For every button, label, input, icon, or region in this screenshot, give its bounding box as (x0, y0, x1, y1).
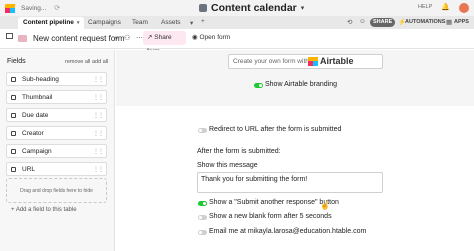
redirect-label: Redirect to URL after the form is submit… (209, 126, 342, 133)
sidebar-toggle-icon[interactable] (6, 33, 13, 39)
field-label: Sub-heading (22, 75, 59, 83)
after-submitted-label: After the form is submitted: (197, 148, 281, 155)
url-field-icon (11, 166, 16, 172)
redirect-toggle[interactable] (198, 128, 207, 133)
more-options-icon[interactable]: ⋯ (136, 34, 143, 42)
attachment-field-icon (11, 94, 16, 100)
open-form-button[interactable]: ◉ Open form (192, 31, 230, 45)
field-label: Campaign (22, 147, 52, 155)
fields-heading: Fields (7, 58, 26, 65)
field-label: Thumbnail (22, 93, 53, 101)
chevron-down-icon[interactable]: ▾ (190, 19, 193, 27)
apps-button[interactable]: APPS (454, 19, 469, 25)
message-text: Thank you for submitting the form! (201, 176, 308, 183)
add-field-link[interactable]: + Add a field to this table (11, 207, 77, 213)
field-item-url[interactable]: URL ⋮⋮ (6, 162, 107, 176)
field-item-sub-heading[interactable]: Sub-heading ⋮⋮ (6, 72, 107, 86)
base-title-area[interactable]: Content calendar ▾ (199, 2, 304, 14)
chevron-down-icon[interactable]: ▾ (115, 35, 118, 42)
airtable-brand-name: Airtable (320, 56, 354, 66)
form-view-icon (18, 35, 27, 42)
field-item-campaign[interactable]: Campaign ⋮⋮ (6, 144, 107, 158)
date-field-icon (11, 112, 16, 118)
help-link[interactable]: HELP (418, 4, 432, 10)
drop-hint: Drag and drop fields here to hide (20, 188, 93, 194)
tab-label: Campaigns (88, 19, 121, 26)
share-button[interactable]: SHARE (370, 18, 396, 27)
apps-icon[interactable]: ▦ (446, 18, 452, 26)
drag-handle-icon[interactable]: ⋮⋮ (93, 166, 104, 173)
field-label: Due date (22, 111, 49, 119)
drag-handle-icon[interactable]: ⋮⋮ (93, 94, 104, 101)
drag-handle-icon[interactable]: ⋮⋮ (93, 148, 104, 155)
tab-campaigns[interactable]: Campaigns (83, 17, 126, 29)
drag-handle-icon[interactable]: ⋮⋮ (93, 130, 104, 137)
collaborators-icon[interactable]: ☺ (359, 18, 366, 25)
email-me-label: Email me at mikayla.larosa@education.hta… (209, 228, 367, 235)
tab-label: Content pipeline (23, 19, 74, 26)
airtable-logo-icon (308, 57, 318, 66)
email-me-toggle[interactable] (198, 230, 207, 235)
show-branding-toggle[interactable] (254, 83, 263, 88)
collaborator-field-icon (11, 130, 16, 136)
show-message-label: Show this message (197, 162, 258, 169)
base-title: Content calendar (211, 2, 297, 14)
field-label: Creator (22, 129, 44, 137)
automations-button[interactable]: AUTOMATIONS (405, 19, 445, 25)
tab-team[interactable]: Team (127, 17, 153, 29)
drag-handle-icon[interactable]: ⋮⋮ (93, 76, 104, 83)
tab-assets[interactable]: Assets (156, 17, 186, 29)
sync-icon: ⟳ (54, 5, 61, 12)
new-blank-form-label: Show a new blank form after 5 seconds (209, 213, 332, 220)
add-table-icon[interactable]: + (201, 18, 205, 25)
new-blank-form-toggle[interactable] (198, 215, 207, 220)
tab-label: Assets (161, 19, 181, 26)
notifications-icon[interactable]: 🔔 (441, 3, 450, 11)
hidden-fields-drop-zone[interactable]: Drag and drop fields here to hide (6, 178, 107, 203)
show-branding-label: Show Airtable branding (265, 81, 337, 88)
field-item-due-date[interactable]: Due date ⋮⋮ (6, 108, 107, 122)
open-form-label: Open form (199, 34, 231, 41)
history-icon[interactable]: ⟲ (347, 18, 352, 26)
base-icon (199, 4, 207, 12)
drag-handle-icon[interactable]: ⋮⋮ (93, 112, 104, 119)
form-view-name[interactable]: New content request form (33, 34, 125, 43)
tab-content-pipeline[interactable]: Content pipeline ▾ (18, 17, 85, 29)
field-label: URL (22, 165, 36, 173)
field-item-creator[interactable]: Creator ⋮⋮ (6, 126, 107, 140)
remove-all-link[interactable]: remove all (65, 59, 90, 65)
link-field-icon (11, 148, 16, 154)
field-item-thumbnail[interactable]: Thumbnail ⋮⋮ (6, 90, 107, 104)
submit-another-toggle[interactable] (198, 201, 207, 206)
avatar[interactable] (459, 3, 469, 13)
text-field-icon (11, 76, 16, 82)
airtable-logo-icon[interactable] (4, 3, 16, 13)
add-all-link[interactable]: add all (92, 59, 108, 65)
tab-label: Team (132, 19, 148, 26)
share-form-button[interactable]: ↗ Share form (143, 31, 186, 55)
people-icon[interactable]: ⚇ (124, 34, 130, 42)
branding-create-text: Create your own form with (233, 58, 309, 65)
cursor-pointer-icon: ☝ (320, 201, 330, 210)
chevron-down-icon: ▾ (300, 5, 305, 12)
chevron-down-icon: ▾ (76, 20, 80, 26)
saving-status: Saving... (21, 4, 47, 12)
